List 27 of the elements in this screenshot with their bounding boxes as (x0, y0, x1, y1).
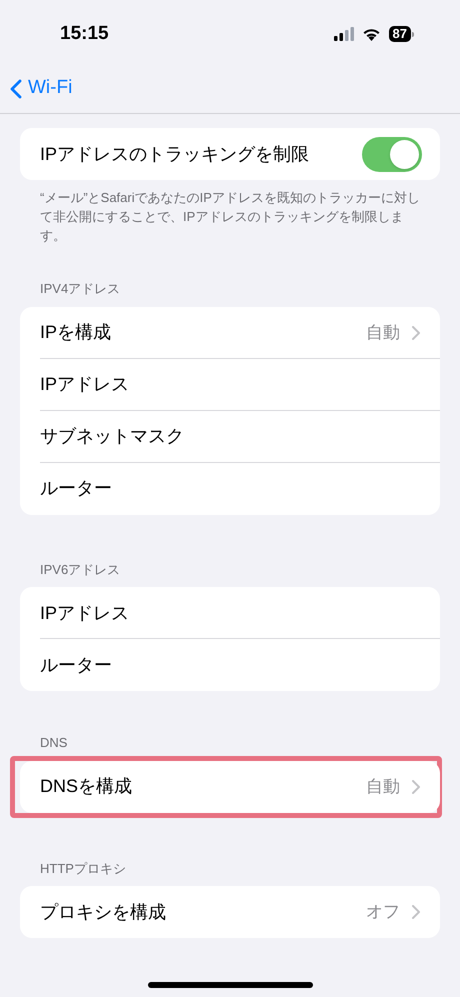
chevron-icon (412, 780, 420, 794)
signal-icon (334, 27, 354, 41)
row-label: プロキシを構成 (40, 900, 166, 924)
section-header: HTTPプロキシ (39, 860, 127, 878)
row-value: オフ (366, 901, 400, 924)
row-value: 自動 (366, 776, 400, 798)
row-label: サブネットマスク (40, 425, 184, 448)
chevron-icon (412, 905, 420, 919)
section-header: IPV6アドレス (39, 560, 122, 578)
status-time: 15:15 (60, 22, 109, 46)
back-button[interactable]: Wi-Fi (10, 74, 72, 103)
battery-icon: 87 (388, 26, 414, 42)
chevron-icon (412, 326, 420, 340)
toggle-switch[interactable] (362, 136, 422, 172)
wifi-icon (362, 27, 381, 41)
row-label: ルーター (40, 477, 112, 500)
row-label: IPアドレス (40, 602, 130, 624)
row-label: IPを構成 (40, 321, 112, 344)
section-header: DNS (39, 734, 68, 752)
section-footer: “メール”とSafariであなたのIPアドレスを既知のトラッカーに対して非公開にすることで、IPアドレスのトラッキングを制限します。 (20, 180, 440, 245)
back-chevron-icon (10, 78, 22, 98)
row-label: ルーター (40, 654, 112, 676)
row-value: 自動 (366, 322, 400, 344)
row-label: DNSを構成 (40, 775, 132, 798)
row-label: IPアドレスのトラッキングを制限 (40, 142, 310, 166)
row-label: IPアドレス (40, 373, 130, 396)
section-header: IPV4アドレス (39, 280, 122, 298)
